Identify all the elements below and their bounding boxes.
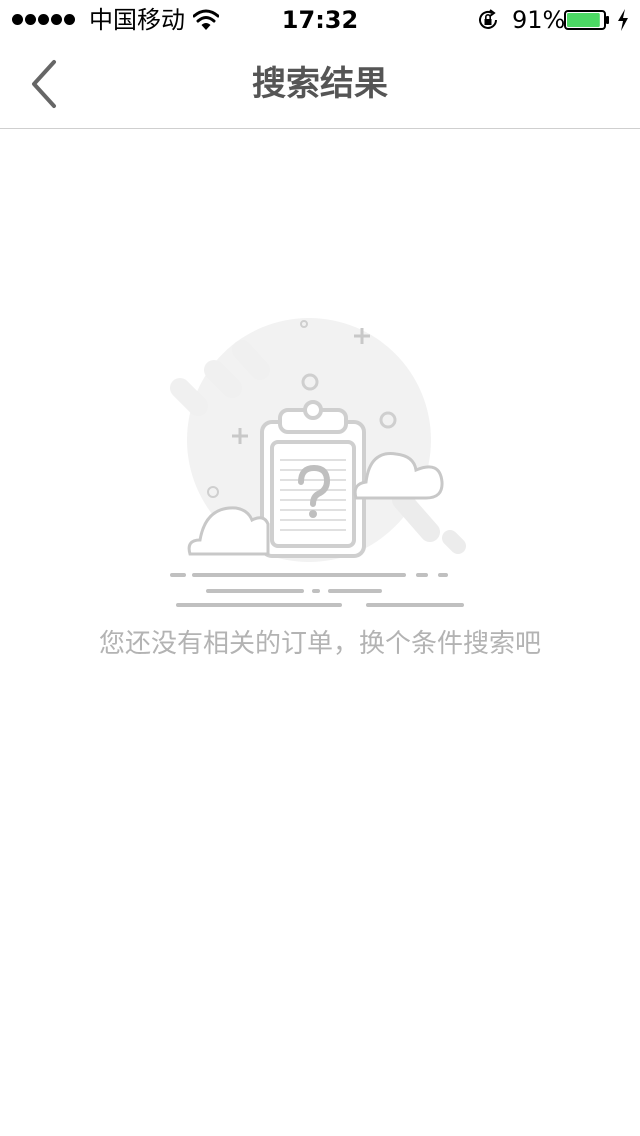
battery-icon	[564, 10, 609, 30]
charging-bolt-icon	[618, 9, 628, 31]
navigation-bar: 搜索结果	[0, 40, 640, 129]
battery-percentage: 91%	[512, 6, 566, 34]
rotation-lock-icon	[479, 9, 497, 29]
page-title: 搜索结果	[252, 64, 388, 104]
empty-clipboard-question-icon	[170, 318, 466, 607]
status-bar: 中国移动 17:32 91%	[0, 0, 640, 40]
empty-state-message: 您还没有相关的订单，换个条件搜索吧	[98, 629, 541, 659]
screen: 中国移动 17:32 91% 搜索结果 您还没有相关的订单，换个条件搜索吧	[0, 0, 640, 1136]
